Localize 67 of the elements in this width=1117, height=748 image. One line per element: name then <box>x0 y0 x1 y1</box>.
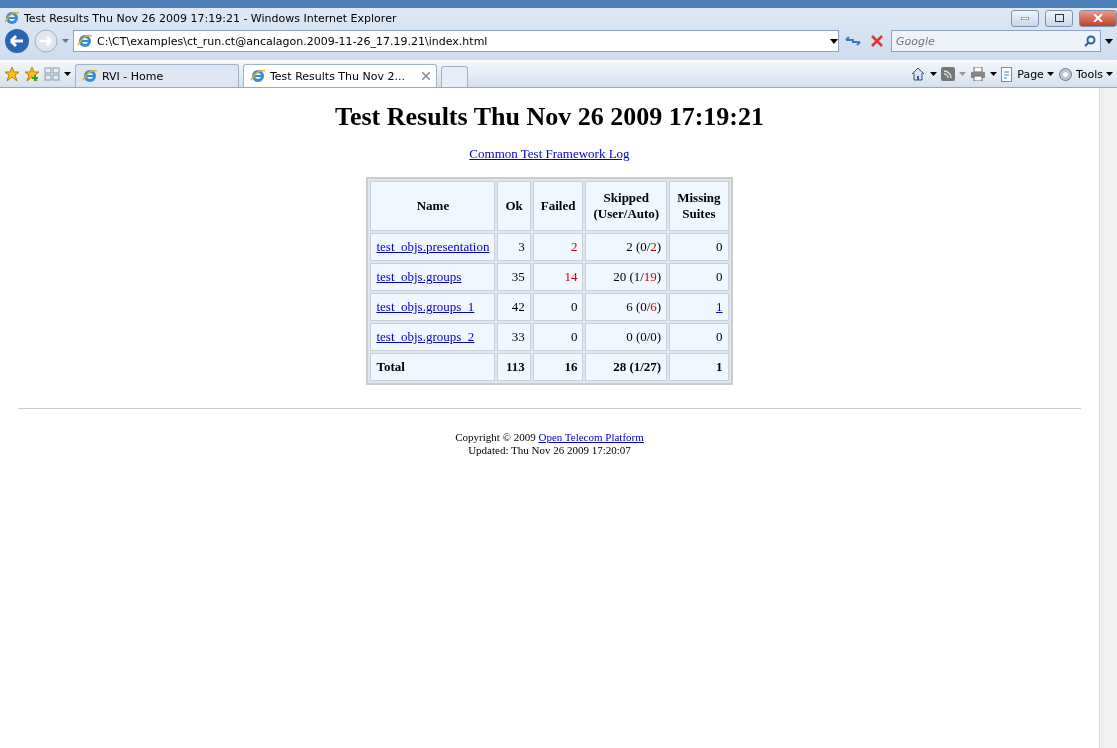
page-icon <box>1001 66 1015 82</box>
table-cell: 3 <box>497 233 531 261</box>
back-icon[interactable] <box>4 28 30 54</box>
table-cell: 0 <box>532 293 584 321</box>
browser-logo-icon <box>250 68 266 84</box>
column-header: Skipped (User/Auto) <box>585 181 668 231</box>
table-cell: 0 <box>532 323 584 351</box>
feed-icon[interactable] <box>941 67 956 81</box>
dropdown-icon[interactable] <box>990 72 998 76</box>
copyright-text: Copyright © 2009 <box>455 431 536 443</box>
table-cell: 0 <box>669 323 729 351</box>
caret-icon <box>1046 72 1054 76</box>
table-cell: Total <box>370 353 496 381</box>
column-header: Ok <box>497 181 531 231</box>
home-icon[interactable] <box>910 66 927 82</box>
table-cell: 0 (0/0) <box>585 323 668 351</box>
table-cell: 113 <box>497 353 531 381</box>
browser-logo-icon <box>4 10 20 26</box>
table-cell: 0 <box>669 263 729 291</box>
page-icon <box>77 33 93 49</box>
table-cell: 42 <box>497 293 531 321</box>
search-icon[interactable] <box>1084 35 1096 47</box>
command-menu[interactable]: Page <box>1001 66 1054 82</box>
gear-icon <box>1057 66 1073 82</box>
dropdown-icon[interactable] <box>830 38 838 44</box>
table-cell: 1 <box>669 353 729 381</box>
window-title: Test Results Thu Nov 26 2009 17:19:21 - Windows Internet Explorer <box>24 11 397 25</box>
printer-icon[interactable] <box>970 67 987 81</box>
maximize-icon[interactable] <box>1054 14 1064 22</box>
column-header: Missing Suites <box>669 181 729 231</box>
dropdown-icon[interactable] <box>1105 38 1113 44</box>
suite-link[interactable]: test_objs.groups_1 <box>376 299 475 314</box>
column-header: Name <box>370 181 496 231</box>
add-favorite-icon[interactable] <box>24 66 40 82</box>
column-header: Failed <box>532 181 584 231</box>
log-link[interactable]: Common Test Framework Log <box>469 146 630 162</box>
table-cell: 28 (1/27) <box>585 353 668 381</box>
table-cell: 2 <box>532 233 584 261</box>
updated-text: Updated: Thu Nov 26 2009 17:20:07 <box>467 444 632 457</box>
table-cell: 35 <box>497 263 531 291</box>
dropdown-icon[interactable] <box>930 72 938 76</box>
suite-link[interactable]: test_objs.presentation <box>376 239 490 254</box>
page-heading: Test Results Thu Nov 26 2009 17:19:21 <box>334 102 765 132</box>
suite-link[interactable]: test_objs.groups_2 <box>376 329 475 344</box>
address-bar[interactable]: C:\CT\examples\ct_run.ct@ancalagon.2009-11-26_17.19.21\index.html <box>73 30 839 52</box>
table-cell: 6 (0/6) <box>585 293 668 321</box>
table-cell: 2 (0/2) <box>585 233 668 261</box>
close-icon[interactable] <box>1093 14 1103 22</box>
suite-link[interactable]: test_objs.groups <box>376 269 462 284</box>
table-cell: 0 <box>669 233 729 261</box>
command-menu[interactable]: Tools <box>1057 66 1113 82</box>
footer-link[interactable]: Open Telecom Platform <box>538 431 644 443</box>
browser-tab[interactable]: RVI - Home <box>75 64 239 87</box>
table-cell: 33 <box>497 323 531 351</box>
close-tab-icon[interactable] <box>422 72 430 80</box>
table-cell: 20 (1/19) <box>585 263 668 291</box>
table-cell: 14 <box>532 263 584 291</box>
missing-link[interactable]: 1 <box>716 299 723 314</box>
minimize-icon[interactable] <box>1021 16 1029 20</box>
browser-logo-icon <box>82 68 98 84</box>
favorites-star-icon[interactable] <box>4 66 20 82</box>
caret-icon <box>1106 72 1113 76</box>
search-field[interactable]: Google <box>891 30 1101 52</box>
browser-tab[interactable]: Test Results Thu Nov 2... <box>243 64 437 87</box>
table-cell: 16 <box>532 353 584 381</box>
dropdown-icon[interactable] <box>64 72 71 76</box>
scrollbar[interactable] <box>1099 88 1117 748</box>
